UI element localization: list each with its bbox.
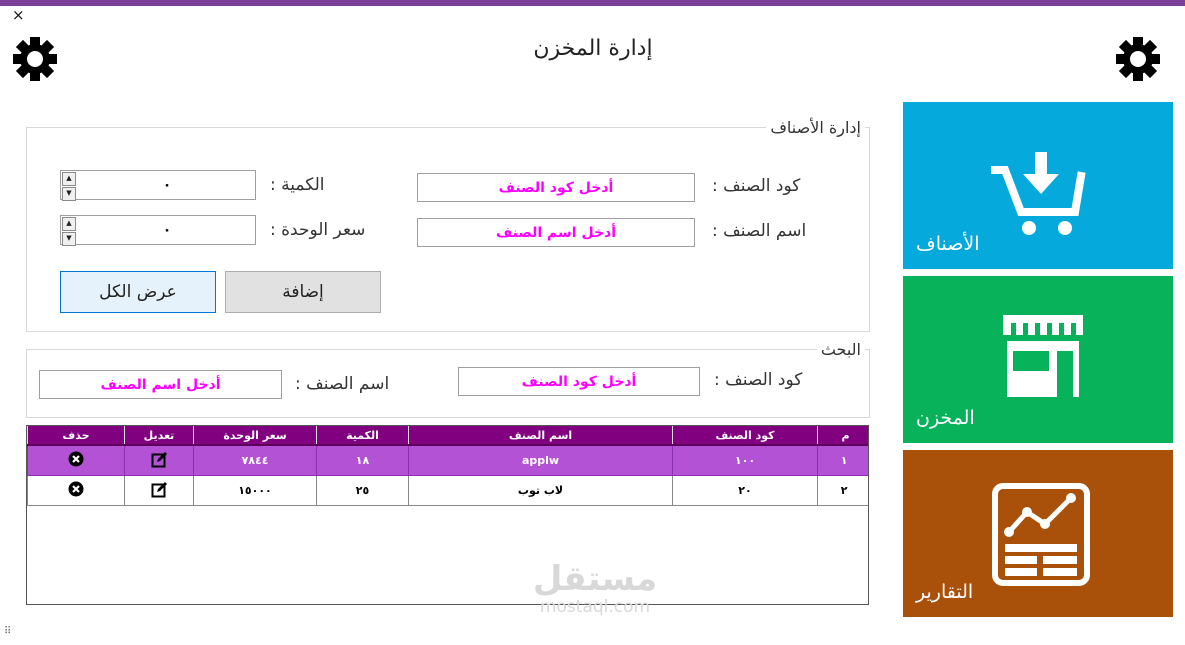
search-name-input[interactable]: أدخل اسم الصنف: [39, 370, 282, 399]
items-table[interactable]: م كود الصنف اسم الصنف الكمية سعر الوحدة …: [26, 425, 869, 605]
gear-icon[interactable]: [1113, 34, 1163, 84]
cell-unit-price[interactable]: ٧٨٤٤: [193, 445, 317, 476]
delete-icon[interactable]: [68, 481, 84, 497]
quantity-label: الكمية :: [270, 175, 325, 195]
table-header-row: م كود الصنف اسم الصنف الكمية سعر الوحدة …: [27, 426, 868, 446]
edit-icon[interactable]: [151, 481, 168, 498]
item-code-input[interactable]: أدخل كود الصنف: [417, 173, 695, 202]
column-header-delete[interactable]: حذف: [27, 426, 125, 446]
tile-items-label: الأصناف: [916, 233, 980, 255]
watermark-latin: mostaql.com: [539, 597, 651, 617]
spin-down-icon[interactable]: ▼: [62, 187, 76, 201]
cell-code[interactable]: ١٠٠: [672, 445, 818, 476]
tile-reports[interactable]: التقارير: [903, 450, 1173, 617]
gear-icon[interactable]: [10, 34, 60, 84]
cell-delete[interactable]: [27, 445, 125, 476]
cell-index[interactable]: ٢: [817, 475, 868, 506]
cart-download-icon: [991, 152, 1086, 235]
cell-unit-price[interactable]: ١٥٠٠٠: [193, 475, 317, 506]
cell-index[interactable]: ١: [817, 445, 868, 476]
spin-down-icon[interactable]: ▼: [62, 232, 76, 246]
tile-reports-label: التقارير: [916, 581, 974, 603]
add-button[interactable]: إضافة: [225, 271, 381, 313]
spin-up-icon[interactable]: ▲: [62, 217, 76, 231]
unit-price-stepper[interactable]: ▲ ▼ ٠: [60, 215, 256, 246]
tile-store-label: المخزن: [916, 407, 975, 429]
table-row[interactable]: ١ ١٠٠ applw ١٨ ٧٨٤٤: [27, 445, 868, 476]
quantity-value: ٠: [162, 177, 172, 193]
edit-icon[interactable]: [151, 451, 168, 468]
show-all-button[interactable]: عرض الكل: [60, 271, 216, 313]
column-header-unit-price[interactable]: سعر الوحدة: [193, 426, 317, 446]
cell-code[interactable]: ٢٠: [672, 475, 818, 506]
spin-up-icon[interactable]: ▲: [62, 172, 76, 186]
cell-edit[interactable]: [124, 445, 194, 476]
cell-delete[interactable]: [27, 475, 125, 506]
delete-icon[interactable]: [68, 451, 84, 467]
resize-grip[interactable]: ⠿: [4, 626, 12, 637]
item-code-label: كود الصنف :: [712, 176, 801, 196]
cell-quantity[interactable]: ١٨: [316, 445, 409, 476]
watermark: مستقل mostaql.com: [520, 560, 670, 616]
column-header-name[interactable]: اسم الصنف: [408, 426, 673, 446]
unit-price-label: سعر الوحدة :: [270, 220, 366, 240]
column-header-edit[interactable]: تعديل: [124, 426, 194, 446]
unit-price-value: ٠: [162, 222, 172, 238]
item-name-label: اسم الصنف :: [712, 221, 807, 241]
search-name-label: اسم الصنف :: [295, 374, 390, 394]
quantity-stepper[interactable]: ▲ ▼ ٠: [60, 170, 256, 201]
table-row[interactable]: ٢ ٢٠ لاب توب ٢٥ ١٥٠٠٠: [27, 475, 868, 506]
cell-name[interactable]: applw: [408, 445, 673, 476]
tile-store[interactable]: المخزن: [903, 276, 1173, 443]
cell-edit[interactable]: [124, 475, 194, 506]
tile-items[interactable]: الأصناف: [903, 102, 1173, 269]
store-icon: [1003, 315, 1083, 397]
close-button[interactable]: ×: [12, 8, 25, 23]
report-chart-icon: [992, 483, 1090, 586]
page-title: إدارة المخزن: [533, 36, 653, 61]
search-code-input[interactable]: أدخل كود الصنف: [458, 367, 700, 396]
column-header-code[interactable]: كود الصنف: [672, 426, 818, 446]
search-code-label: كود الصنف :: [714, 370, 803, 390]
items-group-legend: إدارة الأصناف: [770, 118, 861, 137]
column-header-quantity[interactable]: الكمية: [316, 426, 409, 446]
search-group-legend: البحث: [820, 340, 861, 359]
item-name-input[interactable]: أدخل اسم الصنف: [417, 218, 695, 247]
column-header-index[interactable]: م: [817, 426, 868, 446]
cell-quantity[interactable]: ٢٥: [316, 475, 409, 506]
window-top-accent-bar: [0, 0, 1185, 6]
cell-name[interactable]: لاب توب: [408, 475, 673, 506]
watermark-arabic: مستقل: [532, 559, 658, 599]
